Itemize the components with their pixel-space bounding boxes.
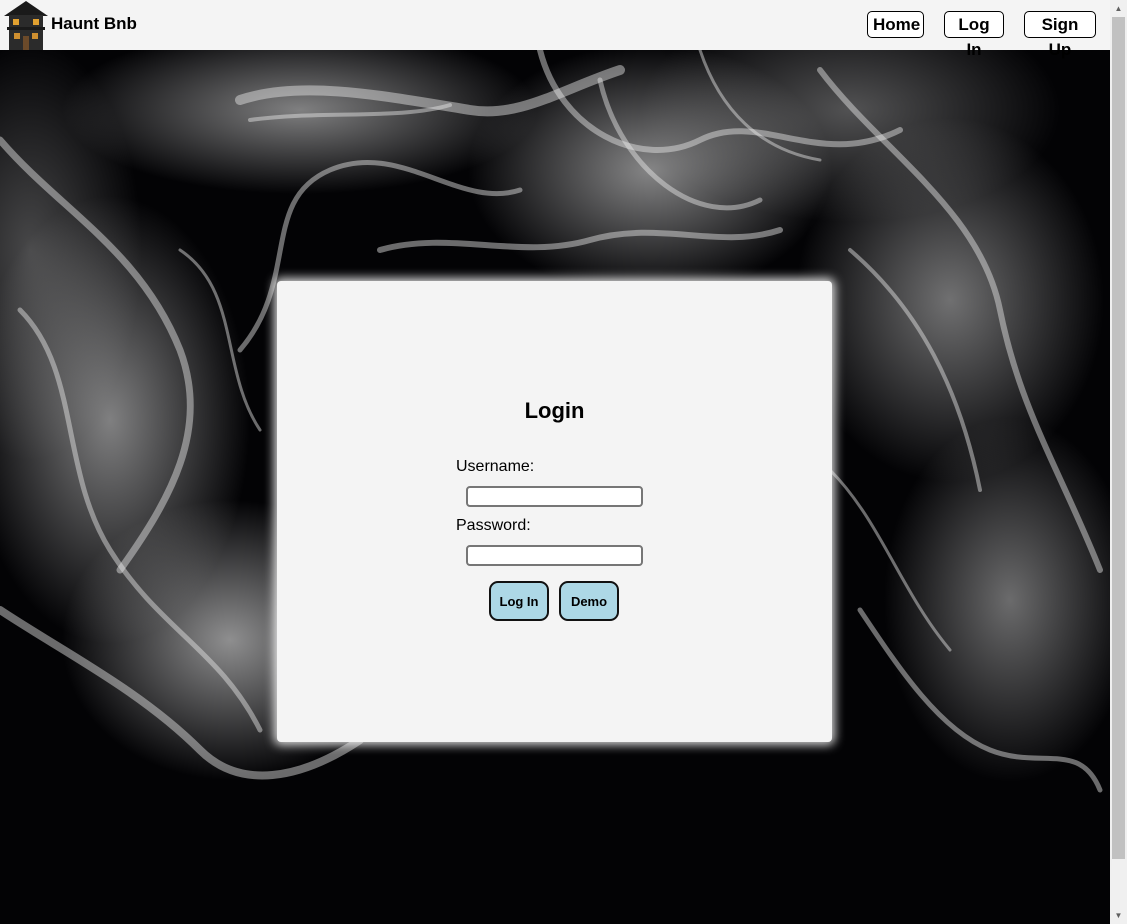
scroll-up-arrow-icon[interactable]: ▲ bbox=[1110, 0, 1127, 17]
username-label: Username: bbox=[456, 458, 535, 475]
page: Haunt Bnb Home Log In Sign Up Login User… bbox=[0, 0, 1127, 924]
signup-button[interactable]: Sign Up bbox=[1024, 11, 1096, 59]
home-button[interactable]: Home bbox=[867, 11, 924, 38]
demo-button[interactable]: Demo bbox=[559, 581, 619, 621]
scroll-thumb[interactable] bbox=[1112, 17, 1125, 859]
login-button[interactable]: Log In bbox=[489, 581, 549, 621]
nav-login-button[interactable]: Log In bbox=[944, 11, 1004, 59]
password-input[interactable] bbox=[466, 545, 643, 566]
scroll-down-arrow-icon[interactable]: ▼ bbox=[1110, 907, 1127, 924]
login-title: Login bbox=[524, 398, 585, 423]
haunted-house-icon[interactable] bbox=[2, 0, 50, 50]
login-card: Login Username: Password: Log In Demo bbox=[277, 281, 832, 742]
brand-name[interactable]: Haunt Bnb bbox=[51, 14, 137, 34]
navbar: Haunt Bnb Home Log In Sign Up bbox=[0, 0, 1110, 59]
password-label: Password: bbox=[456, 517, 531, 534]
username-input[interactable] bbox=[466, 486, 643, 507]
vertical-scrollbar[interactable]: ▲ ▼ bbox=[1110, 0, 1127, 924]
